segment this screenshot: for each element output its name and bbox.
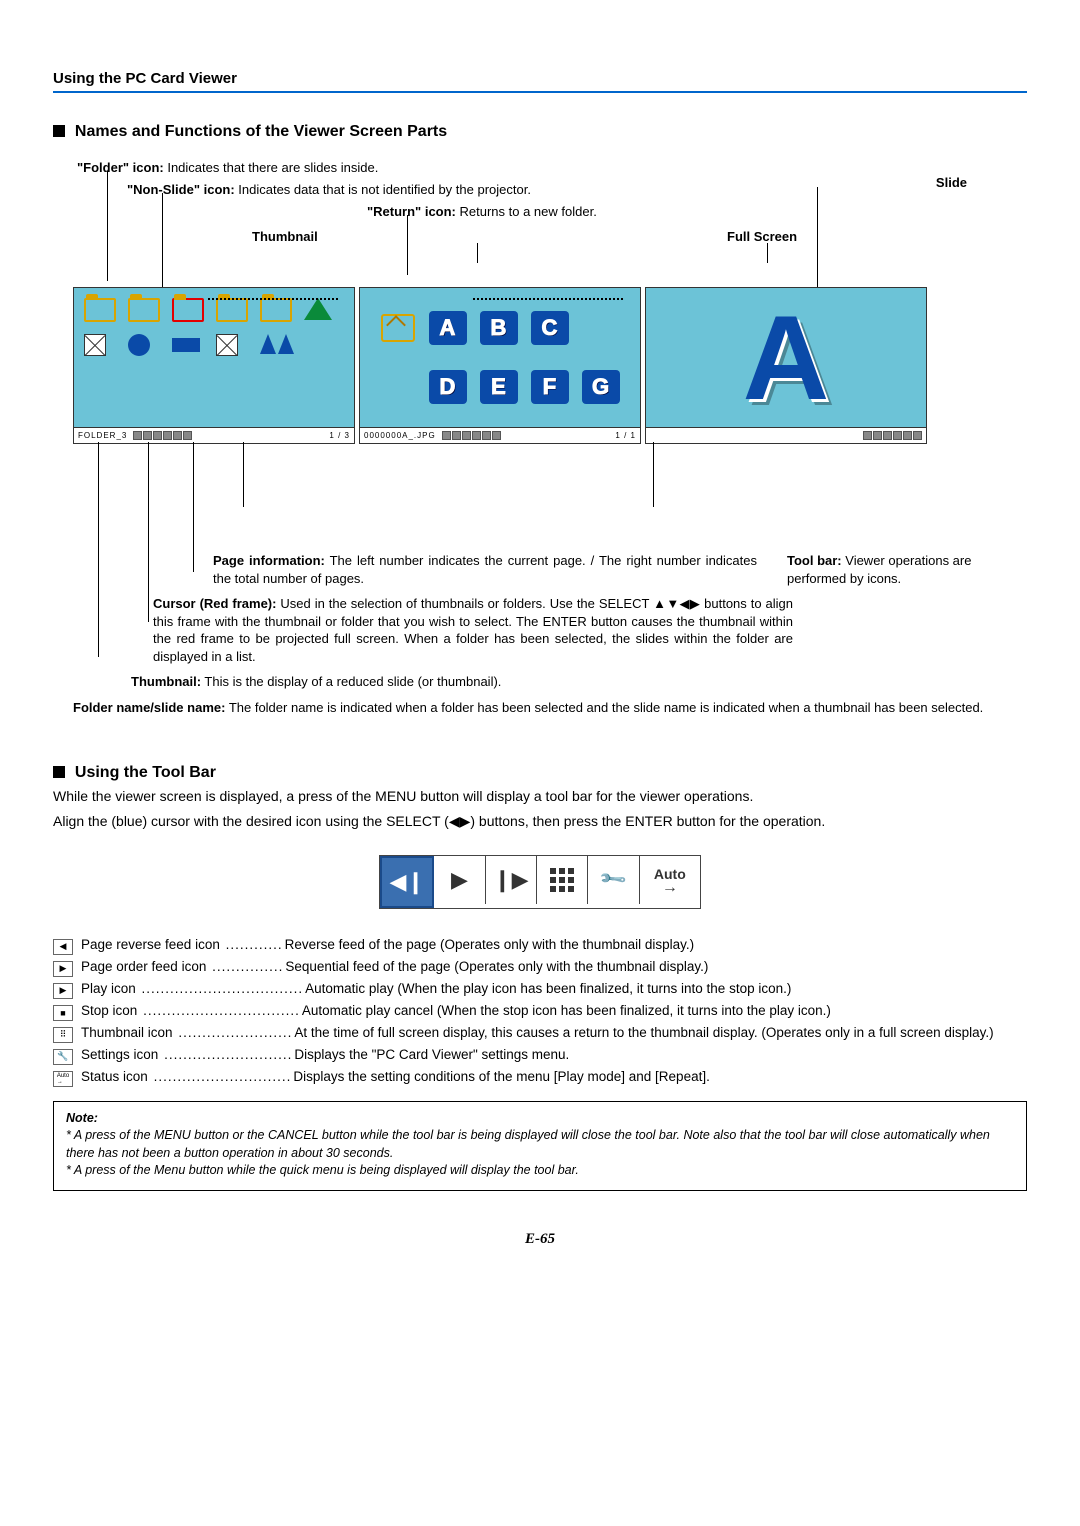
page-reverse-feed-icon: ◀ — [53, 939, 73, 955]
page-order-feed-icon[interactable]: ❙▶ — [486, 856, 537, 904]
thumbnail-heading: Thumbnail — [252, 229, 318, 244]
slide-thumb: E — [480, 370, 518, 404]
thumb-page-info: 1 / 3 — [329, 431, 350, 440]
callout-nonslide-icon: "Non-Slide" icon: Indicates data that is… — [127, 181, 531, 199]
slide-thumb: A — [429, 311, 467, 345]
section2-intro2: Align the (blue) cursor with the desired… — [53, 811, 1027, 831]
mid-page-info: 1 / 1 — [615, 431, 636, 440]
viewer-diagram: FOLDER_3 1 / 3 A B C D E F G 0000000A_.J… — [53, 262, 1027, 542]
def-row: Auto→ Status icon ......................… — [53, 1069, 1027, 1087]
lead-line — [98, 442, 99, 657]
callout-slide: Slide — [936, 174, 967, 192]
bullet-icon — [53, 766, 65, 778]
thumbnail-panel: FOLDER_3 1 / 3 — [73, 287, 355, 444]
bullet-icon — [53, 125, 65, 137]
note-item: * A press of the Menu button while the q… — [66, 1162, 1014, 1180]
folder-icon — [216, 298, 246, 320]
section1-title: Names and Functions of the Viewer Screen… — [53, 123, 1027, 141]
folder-icon-label: "Folder" icon: — [77, 160, 164, 175]
callout-return-icon: "Return" icon: Returns to a new folder. — [367, 203, 597, 221]
folder-icon-selected — [172, 298, 202, 320]
page-order-feed-icon: ▶ — [53, 961, 73, 977]
nonslide-icon-label: "Non-Slide" icon: — [127, 182, 235, 197]
desc-folder-slide-name: Folder name/slide name: The folder name … — [73, 699, 1027, 717]
toolbar-definitions: ◀ Page reverse feed icon ............ Re… — [53, 937, 1027, 1087]
desc-page-info: Page information: The left number indica… — [213, 552, 757, 587]
status-icon[interactable]: Auto → — [640, 856, 700, 904]
fullscreen-heading: Full Screen — [727, 229, 797, 244]
toolbar-graphic: ◀❙ ▶ ❙▶ 🔧 Auto → — [379, 855, 701, 909]
def-row: ▶ Play icon ............................… — [53, 981, 1027, 999]
slide-thumb: B — [480, 311, 518, 345]
folder-icon — [128, 298, 158, 320]
slide-triangle-icon — [304, 298, 334, 320]
mid-status-bar: 0000000A_.JPG 1 / 1 — [360, 427, 640, 443]
def-row: ⠿ Thumbnail icon .......................… — [53, 1025, 1027, 1043]
lead-line — [653, 442, 654, 507]
section2-title-row: Using the Tool Bar — [53, 764, 1027, 782]
folder-icon — [84, 298, 114, 320]
note-box: Note: * A press of the MENU button or th… — [53, 1101, 1027, 1191]
section2: Using the Tool Bar While the viewer scre… — [53, 764, 1027, 1191]
lead-line — [193, 442, 194, 572]
return-icon-label: "Return" icon: — [367, 204, 456, 219]
desc-thumbnail: Thumbnail: This is the display of a redu… — [131, 673, 1027, 691]
slide-label: Slide — [936, 175, 967, 190]
toolbar-mini-icons — [863, 431, 922, 440]
page-number: E-65 — [53, 1231, 1027, 1248]
nonslide-icon-desc: Indicates data that is not identified by… — [235, 182, 531, 197]
slide-rect-icon — [172, 334, 202, 356]
folder-content-panel: A B C D E F G 0000000A_.JPG 1 / 1 — [359, 287, 641, 444]
slide-twin-triangle-icon — [260, 334, 290, 356]
nonslide-icon — [216, 334, 246, 356]
toolbar-mini-icons — [442, 431, 501, 440]
page-header: Using the PC Card Viewer — [53, 70, 1027, 93]
settings-icon[interactable]: 🔧 — [588, 856, 639, 904]
full-status-bar — [646, 427, 926, 443]
thumbnail-icon: ⠿ — [53, 1027, 73, 1043]
note-title: Note: — [66, 1110, 1014, 1128]
def-row: ◀ Page reverse feed icon ............ Re… — [53, 937, 1027, 955]
section2-intro1: While the viewer screen is displayed, a … — [53, 786, 1027, 806]
slide-thumb: C — [531, 311, 569, 345]
slide-thumb: F — [531, 370, 569, 404]
descriptions: Page information: The left number indica… — [53, 552, 1027, 716]
callout-folder-icon: "Folder" icon: Indicates that there are … — [77, 159, 378, 177]
section1-title-text: Names and Functions of the Viewer Screen… — [75, 123, 447, 140]
slide-thumb: D — [429, 370, 467, 404]
note-item: * A press of the MENU button or the CANC… — [66, 1127, 1014, 1162]
lead-line — [148, 442, 149, 622]
def-row: 🔧 Settings icon ........................… — [53, 1047, 1027, 1065]
thumb-folder-name: FOLDER_3 — [78, 431, 127, 440]
play-icon[interactable]: ▶ — [434, 856, 485, 904]
folder-icon — [260, 298, 290, 320]
thumb-status-bar: FOLDER_3 1 / 3 — [74, 427, 354, 443]
slide-circle-icon — [128, 334, 158, 356]
fullscreen-panel: A — [645, 287, 927, 444]
stop-icon: ■ — [53, 1005, 73, 1021]
return-icon — [381, 314, 415, 342]
lead-line — [243, 442, 244, 507]
folder-icon-desc: Indicates that there are slides inside. — [164, 160, 379, 175]
thumbnail-icon[interactable] — [537, 856, 588, 904]
play-icon: ▶ — [53, 983, 73, 999]
desc-toolbar: Tool bar: Viewer operations are performe… — [787, 552, 1027, 587]
section2-title: Using the Tool Bar — [75, 764, 216, 781]
settings-icon: 🔧 — [53, 1049, 73, 1065]
mid-slide-name: 0000000A_.JPG — [364, 431, 436, 440]
desc-cursor: Cursor (Red frame): Used in the selectio… — [153, 595, 793, 665]
slide-thumb: G — [582, 370, 620, 404]
def-row: ■ Stop icon ............................… — [53, 1003, 1027, 1021]
fullscreen-slide: A — [646, 288, 926, 427]
def-row: ▶ Page order feed icon ............... S… — [53, 959, 1027, 977]
return-icon-desc: Returns to a new folder. — [456, 204, 597, 219]
nonslide-icon — [84, 334, 114, 356]
toolbar-mini-icons — [133, 431, 192, 440]
page-reverse-feed-icon[interactable]: ◀❙ — [380, 856, 434, 908]
status-icon: Auto→ — [53, 1071, 73, 1087]
